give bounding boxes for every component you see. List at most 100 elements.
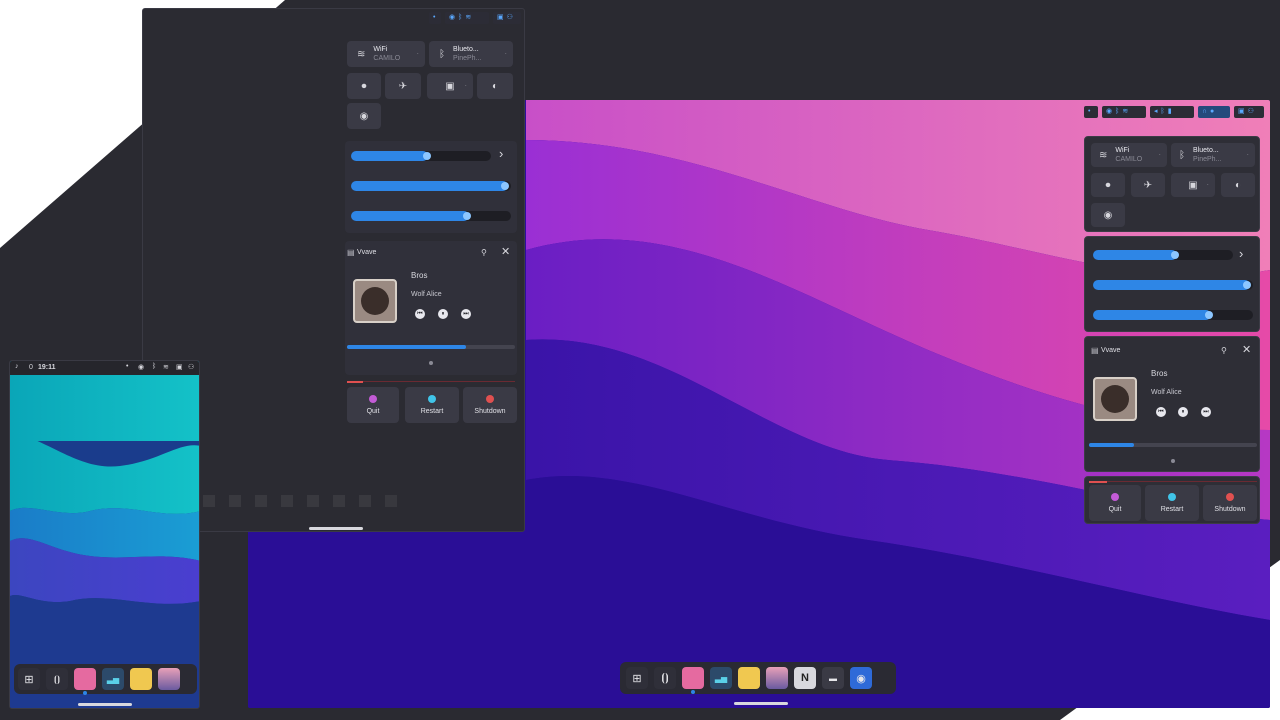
system-monitor-icon[interactable] xyxy=(281,495,293,507)
screen-icon[interactable]: ▣ xyxy=(176,363,183,371)
bluetooth-icon[interactable]: ᛒ xyxy=(152,363,156,370)
image-viewer-icon[interactable] xyxy=(158,668,180,690)
sliders-panel: › xyxy=(1084,236,1260,332)
overview-icon[interactable] xyxy=(229,495,241,507)
close-icon[interactable]: ✕ xyxy=(501,245,510,258)
bluetooth-device: PinePh... xyxy=(453,55,482,62)
brightness-slider[interactable] xyxy=(351,181,511,191)
notifications-indicator[interactable]: • xyxy=(429,12,441,24)
quit-button[interactable]: Quit xyxy=(1089,485,1141,521)
chevron-right-icon[interactable]: › xyxy=(1239,246,1243,261)
power-mode-icon[interactable]: ◉ xyxy=(138,363,144,371)
session-indicators[interactable]: ▣ ⚇ xyxy=(493,12,521,24)
screenshot-more-icon[interactable]: · xyxy=(465,83,467,90)
app-grid-icon[interactable]: ⊞ xyxy=(18,668,40,690)
audio-indicators[interactable]: ◂ ᛒ ▮ xyxy=(1150,106,1194,118)
bell-icon[interactable]: ♪ xyxy=(15,363,19,370)
notes-icon[interactable]: N xyxy=(794,667,816,689)
bluetooth-more-icon[interactable]: · xyxy=(505,51,507,58)
files-icon[interactable] xyxy=(130,668,152,690)
power-mode-toggle[interactable]: ◉ xyxy=(1091,203,1125,227)
home-indicator[interactable] xyxy=(734,702,788,705)
shutdown-button[interactable]: Shutdown xyxy=(463,387,517,423)
bluetooth-icon: ᛒ xyxy=(439,48,445,60)
wifi-label: WiFi xyxy=(373,46,388,53)
pink-app-icon[interactable] xyxy=(74,668,96,695)
clock[interactable]: 19:11 xyxy=(38,364,56,371)
bluetooth-more-icon[interactable]: · xyxy=(1247,152,1249,159)
close-icon[interactable]: ✕ xyxy=(1242,343,1251,356)
home-indicator[interactable] xyxy=(78,703,132,706)
restart-button[interactable]: Restart xyxy=(1145,485,1199,521)
mic-slider[interactable] xyxy=(1093,310,1253,320)
wifi-more-icon[interactable]: · xyxy=(417,51,419,58)
home-indicator[interactable] xyxy=(309,527,363,530)
track-progress[interactable] xyxy=(347,345,515,349)
screen-icon: ▣ xyxy=(1238,108,1245,115)
volume-slider[interactable] xyxy=(351,151,491,161)
user-icon: ⚇ xyxy=(1247,108,1254,115)
shutdown-button[interactable]: Shutdown xyxy=(1203,485,1257,521)
terminal-icon[interactable]: ▬ xyxy=(822,667,844,689)
pink-app-icon[interactable] xyxy=(682,667,704,694)
player-app-name: Vvave xyxy=(1101,347,1121,354)
brightness-slider[interactable] xyxy=(1093,280,1253,290)
bluetooth-tile[interactable]: ᛒ Blueto... PinePh... · xyxy=(1171,143,1255,167)
overview-icon[interactable]: ⦗⦘ xyxy=(654,667,676,689)
pin-icon[interactable]: ⚲ xyxy=(481,248,487,257)
volume-slider[interactable] xyxy=(1093,250,1233,260)
wifi-icon: ≋ xyxy=(465,14,472,21)
previous-button[interactable]: ⏮ xyxy=(415,309,425,319)
files-icon[interactable] xyxy=(307,495,319,507)
next-button[interactable]: ⏭ xyxy=(1201,407,1211,417)
restart-button[interactable]: Restart xyxy=(405,387,459,423)
system-monitor-icon[interactable]: ▃▅ xyxy=(710,667,732,689)
image-viewer-icon[interactable] xyxy=(333,495,345,507)
airplane-toggle[interactable]: ✈ xyxy=(385,73,421,99)
screenshot-more-icon[interactable]: · xyxy=(1207,182,1209,189)
files-icon[interactable] xyxy=(738,667,760,689)
page-indicator xyxy=(429,361,433,365)
quit-button[interactable]: Quit xyxy=(347,387,399,423)
overview-icon[interactable]: ⦗⦘ xyxy=(46,668,68,690)
mic-toggle[interactable]: ⏺ xyxy=(347,73,381,99)
screenshot-icon: ▣ xyxy=(445,80,455,92)
notes-icon[interactable] xyxy=(359,495,371,507)
status-indicators[interactable]: ◉ ᛒ ≋ xyxy=(445,12,489,24)
airplane-toggle[interactable]: ✈ xyxy=(1131,173,1165,197)
wifi-more-icon[interactable]: · xyxy=(1159,152,1161,159)
screenshot-icon: ▣ xyxy=(1188,179,1198,191)
pink-app-icon[interactable] xyxy=(255,495,267,507)
chevron-right-icon[interactable]: › xyxy=(499,146,503,161)
mic-slider[interactable] xyxy=(351,211,511,221)
blue-app-icon[interactable]: ◉ xyxy=(850,667,872,689)
wifi-icon[interactable]: ≋ xyxy=(163,363,169,371)
restart-label: Restart xyxy=(1160,506,1184,513)
user-icon[interactable]: ⚇ xyxy=(188,363,194,371)
session-indicators[interactable]: ▣ ⚇ xyxy=(1234,106,1264,118)
pin-icon[interactable]: ⚲ xyxy=(1221,346,1227,355)
mic-toggle[interactable]: ⏺ xyxy=(1091,173,1125,197)
screenshot-toggle[interactable]: ▣ · xyxy=(427,73,473,99)
bluetooth-tile[interactable]: ᛒ Blueto... PinePh... · xyxy=(429,41,513,67)
system-monitor-icon[interactable]: ▃▅ xyxy=(102,668,124,690)
pause-button[interactable]: ⏸ xyxy=(438,309,448,319)
wifi-network: CAMILO xyxy=(373,55,401,62)
status-indicators[interactable]: ◉ ᛒ ≋ xyxy=(1102,106,1146,118)
pause-button[interactable]: ⏸ xyxy=(1178,407,1188,417)
brightness-toggle[interactable]: ◐ xyxy=(1221,173,1255,197)
brightness-toggle[interactable]: ◐ xyxy=(477,73,513,99)
app-grid-icon[interactable] xyxy=(203,495,215,507)
image-viewer-icon[interactable] xyxy=(766,667,788,689)
terminal-icon[interactable] xyxy=(385,495,397,507)
track-progress[interactable] xyxy=(1089,443,1257,447)
headphones-indicator[interactable]: ∩ ● xyxy=(1198,106,1230,118)
notifications-indicator[interactable]: • xyxy=(1084,106,1098,118)
screenshot-toggle[interactable]: ▣ · xyxy=(1171,173,1215,197)
wifi-tile[interactable]: ≋ WiFi CAMILO · xyxy=(1091,143,1167,167)
previous-button[interactable]: ⏮ xyxy=(1156,407,1166,417)
next-button[interactable]: ⏭ xyxy=(461,309,471,319)
app-grid-icon[interactable]: ⊞ xyxy=(626,667,648,689)
wifi-tile[interactable]: ≋ WiFi CAMILO · xyxy=(347,41,425,67)
power-mode-toggle[interactable]: ◉ xyxy=(347,103,381,129)
